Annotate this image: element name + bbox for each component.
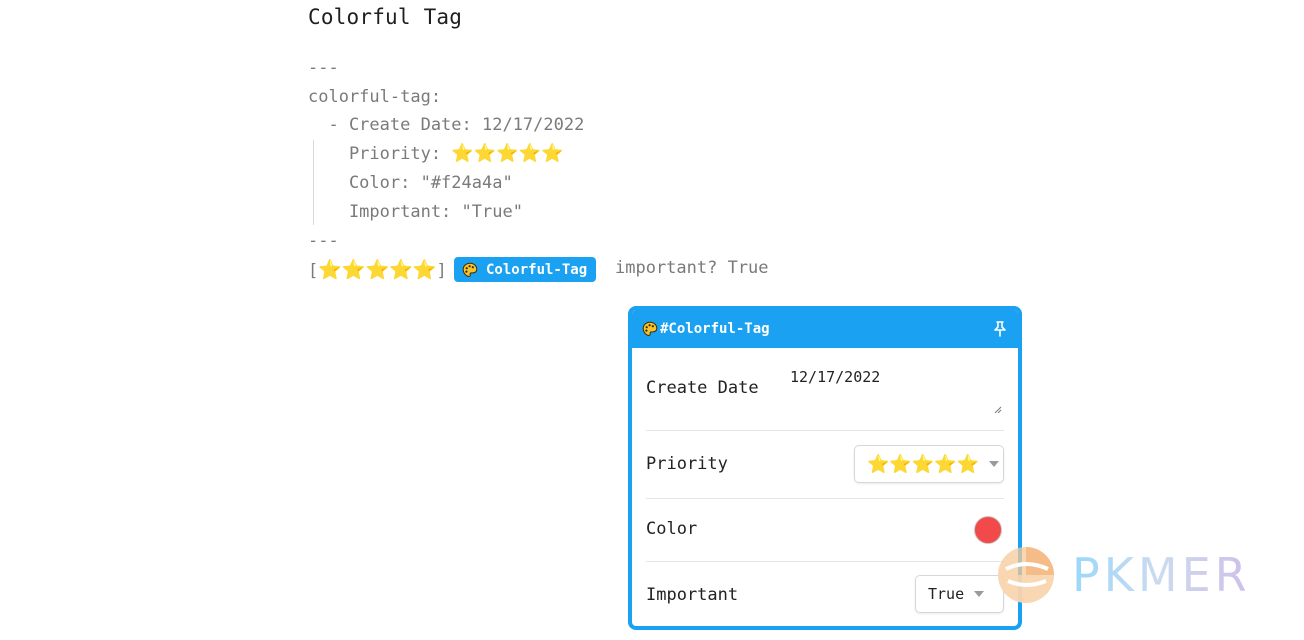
create-date-label: Create Date <box>646 378 759 398</box>
bracket-close: ] <box>436 261 447 281</box>
priority-line: Priority: ⭐⭐⭐⭐⭐ <box>308 143 563 165</box>
tag-popup: #Colorful-Tag Create Date 12/17/2022 Pri… <box>628 306 1022 630</box>
pin-icon[interactable] <box>990 319 1010 339</box>
frontmatter-key: colorful-tag: <box>308 87 442 107</box>
frontmatter-close: --- <box>308 231 339 251</box>
indent-guide <box>313 140 314 225</box>
field-row-priority: Priority ⭐⭐⭐⭐⭐ <box>646 430 1004 499</box>
field-row-important: Important True <box>646 561 1004 626</box>
create-date-line: - Create Date: 12/17/2022 <box>308 115 585 135</box>
priority-label: Priority <box>646 454 728 474</box>
important-label: Important <box>646 585 739 605</box>
create-date-value: 12/17/2022 <box>790 368 881 386</box>
tag-label: Colorful-Tag <box>486 261 588 278</box>
bracket-open: [ <box>308 261 319 281</box>
important-select-value: True <box>928 585 965 603</box>
resize-grip-icon[interactable] <box>994 406 1002 414</box>
priority-select-value: ⭐⭐⭐⭐⭐ <box>867 453 980 475</box>
page-title: Colorful Tag <box>308 5 463 29</box>
priority-stars: ⭐⭐⭐⭐⭐ <box>451 143 564 164</box>
page: Colorful Tag --- colorful-tag: - Create … <box>0 0 1304 640</box>
inline-star-rating: ⭐⭐⭐⭐⭐ <box>318 259 437 282</box>
chevron-down-icon <box>989 461 1000 467</box>
colorful-tag-pill[interactable]: Colorful-Tag <box>454 257 597 282</box>
popup-title: #Colorful-Tag <box>660 321 770 337</box>
pkmer-watermark: PKMER <box>996 540 1296 610</box>
palette-icon <box>642 321 658 336</box>
color-label: Color <box>646 519 698 539</box>
color-line: Color: "#f24a4a" <box>308 173 513 193</box>
important-select[interactable]: True <box>915 575 1004 613</box>
create-date-input[interactable]: 12/17/2022 <box>788 368 1004 416</box>
watermark-text: PKMER <box>1072 548 1251 602</box>
field-row-color: Color <box>646 498 1004 562</box>
important-text: important? True <box>615 258 769 278</box>
palette-icon <box>462 262 478 277</box>
popup-header: #Colorful-Tag <box>632 310 1018 348</box>
frontmatter-open: --- <box>308 58 339 78</box>
field-row-create-date: Create Date 12/17/2022 <box>646 348 1004 431</box>
inline-stars: [⭐⭐⭐⭐⭐] <box>308 259 447 282</box>
chevron-down-icon <box>974 591 985 597</box>
pkmer-logo-icon <box>998 547 1054 603</box>
priority-label-text: Priority: <box>308 144 452 164</box>
priority-select[interactable]: ⭐⭐⭐⭐⭐ <box>854 445 1004 483</box>
important-line: Important: "True" <box>308 202 523 222</box>
